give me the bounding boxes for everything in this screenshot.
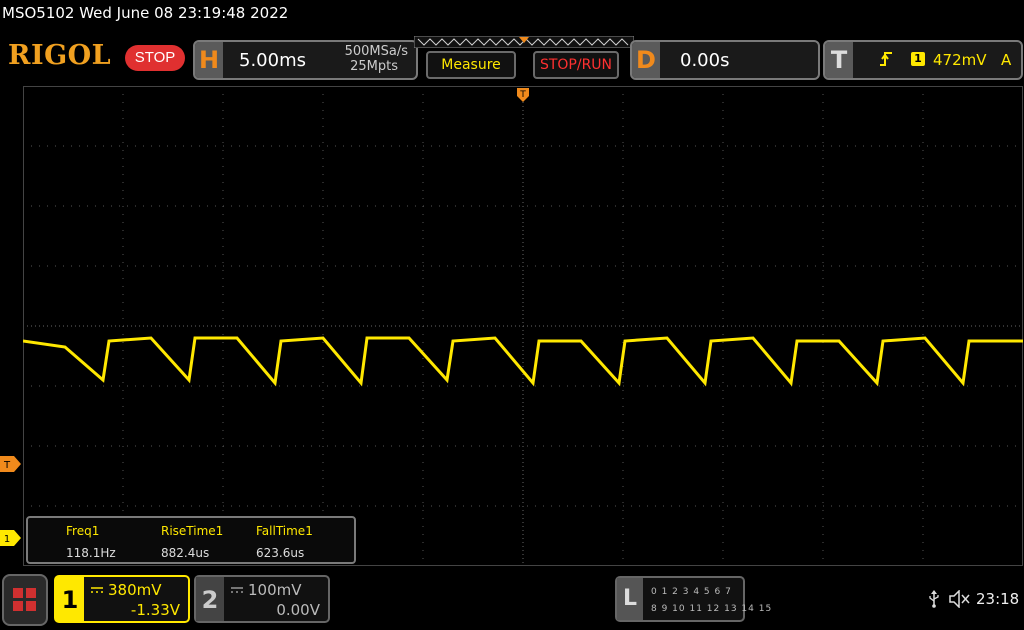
memory-depth: 25Mpts [350,59,398,74]
trigger-level-marker-label: T [3,460,11,471]
memory-position-bar[interactable] [414,36,634,48]
graticule [23,86,1023,566]
measurement-label: Freq1 [66,524,100,538]
channel1-panel[interactable]: 1 380mV -1.33V [54,575,190,623]
sample-rate: 500MSa/s [344,44,408,59]
digital-channels-row1: 0 1 2 3 4 5 6 7 [651,587,732,597]
channel2-number: 2 [196,577,224,621]
logic-analyzer-letter: L [617,578,643,620]
trigger-mode: A [1001,51,1012,69]
trigger-panel[interactable]: T 1 472mV A [823,40,1023,80]
trigger-letter: T [825,42,853,78]
horizontal-letter: H [195,42,223,78]
measure-button[interactable]: Measure [426,51,516,79]
channel2-panel[interactable]: 2 100mV 0.00V [194,575,330,623]
measurement-label: RiseTime1 [161,524,224,538]
timebase-value: 5.00ms [239,50,306,71]
measurement-value: 623.6us [256,546,305,560]
channel2-offset: 0.00V [276,601,320,619]
channel1-scale: 380mV [108,581,162,599]
channel1-number: 1 [56,577,84,621]
measurement-results[interactable]: Freq1 118.1Hz RiseTime1 882.4us FallTime… [26,516,356,564]
home-menu-button[interactable] [2,574,48,626]
dc-coupling-icon [231,587,243,593]
channel2-scale: 100mV [248,581,302,599]
trigger-source: 1 [911,52,925,66]
trigger-position-label: T [519,90,526,100]
measurement-label: FallTime1 [256,524,313,538]
run-state-badge[interactable]: STOP [125,45,185,71]
brand-logo: RIGOL [8,40,112,71]
usb-icon [929,590,939,608]
measurement-value: 882.4us [161,546,210,560]
model-datetime: MSO5102 Wed June 08 23:19:48 2022 [2,4,289,22]
trigger-level: 472mV [933,51,987,69]
delay-letter: D [632,42,660,78]
channel1-offset-marker[interactable]: 1 [0,530,21,546]
logic-analyzer-panel[interactable]: L 0 1 2 3 4 5 6 7 8 9 10 11 12 13 14 15 [615,576,771,622]
waveform-display[interactable]: T [23,86,1023,566]
clock: 23:18 [976,590,1020,608]
channel1-trace [23,336,1023,387]
rising-edge-icon [880,52,892,66]
delay-value: 0.00s [680,50,730,71]
channel1-offset-marker-label: 1 [4,534,10,545]
dc-coupling-icon [91,587,103,593]
grid-menu-icon [13,588,36,611]
stop-run-button[interactable]: STOP/RUN [533,51,619,79]
delay-panel[interactable]: D 0.00s [630,40,820,80]
horizontal-panel[interactable]: H 5.00ms 500MSa/s 25Mpts [193,40,418,80]
channel1-offset: -1.33V [130,601,180,619]
trigger-level-marker[interactable]: T [0,456,21,472]
digital-channels-row2: 8 9 10 11 12 13 14 15 [651,604,773,614]
mute-icon[interactable] [949,590,971,608]
measurement-value: 118.1Hz [66,546,116,560]
